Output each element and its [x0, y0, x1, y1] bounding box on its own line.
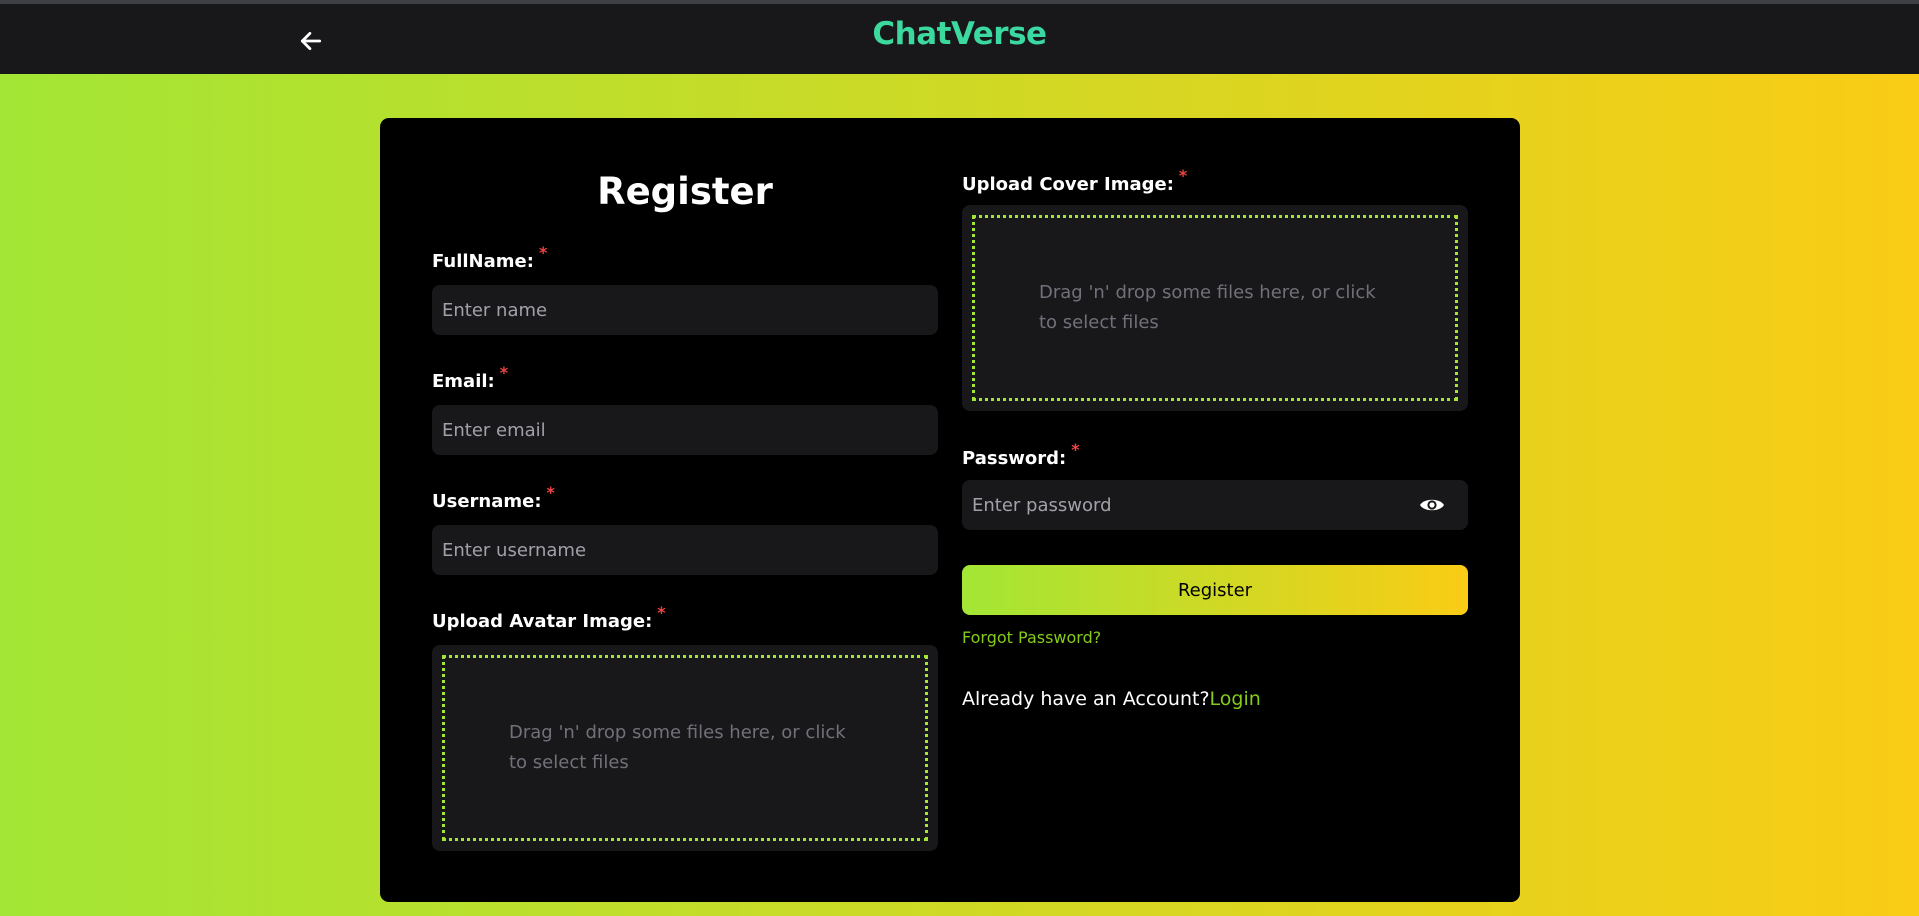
password-label: Password: * — [962, 440, 1080, 469]
cover-dropzone-target[interactable]: Drag 'n' drop some files here, or click … — [972, 215, 1458, 401]
avatar-dropzone-target[interactable]: Drag 'n' drop some files here, or click … — [442, 655, 928, 841]
login-prompt: Already have an Account?Login — [962, 688, 1261, 710]
password-input[interactable] — [962, 480, 1468, 530]
email-label: Email: * — [432, 363, 509, 392]
eye-icon — [1420, 499, 1444, 511]
cover-label: Upload Cover Image: * — [962, 166, 1188, 195]
register-button[interactable]: Register — [962, 565, 1468, 615]
required-mark: * — [538, 243, 548, 262]
avatar-dropzone-text: Drag 'n' drop some files here, or click … — [509, 722, 846, 773]
required-mark: * — [657, 603, 666, 622]
already-text: Already have an Account? — [962, 688, 1210, 710]
register-card: Register FullName:* Email:* Username:* U… — [380, 118, 1520, 902]
top-navbar: ChatVerse — [0, 0, 1919, 74]
required-mark: * — [1071, 440, 1080, 459]
required-mark: * — [1178, 166, 1188, 185]
email-input[interactable] — [432, 405, 938, 455]
toggle-password-button[interactable] — [1418, 494, 1446, 516]
avatar-label: Upload Avatar Image: * — [432, 603, 666, 632]
cover-dropzone: Drag 'n' drop some files here, or click … — [962, 205, 1468, 411]
required-mark: * — [546, 483, 555, 502]
username-label: Username: * — [432, 483, 555, 512]
avatar-dropzone: Drag 'n' drop some files here, or click … — [432, 645, 938, 851]
required-mark: * — [499, 363, 509, 382]
fullname-label: FullName: * — [432, 243, 548, 272]
username-input[interactable] — [432, 525, 938, 575]
fullname-input[interactable] — [432, 285, 938, 335]
login-link[interactable]: Login — [1210, 688, 1261, 710]
forgot-password-link[interactable]: Forgot Password? — [962, 628, 1101, 647]
page-title: Register — [597, 170, 773, 213]
app-logo[interactable]: ChatVerse — [0, 16, 1919, 52]
cover-dropzone-text: Drag 'n' drop some files here, or click … — [1039, 282, 1376, 333]
password-field — [962, 480, 1468, 530]
